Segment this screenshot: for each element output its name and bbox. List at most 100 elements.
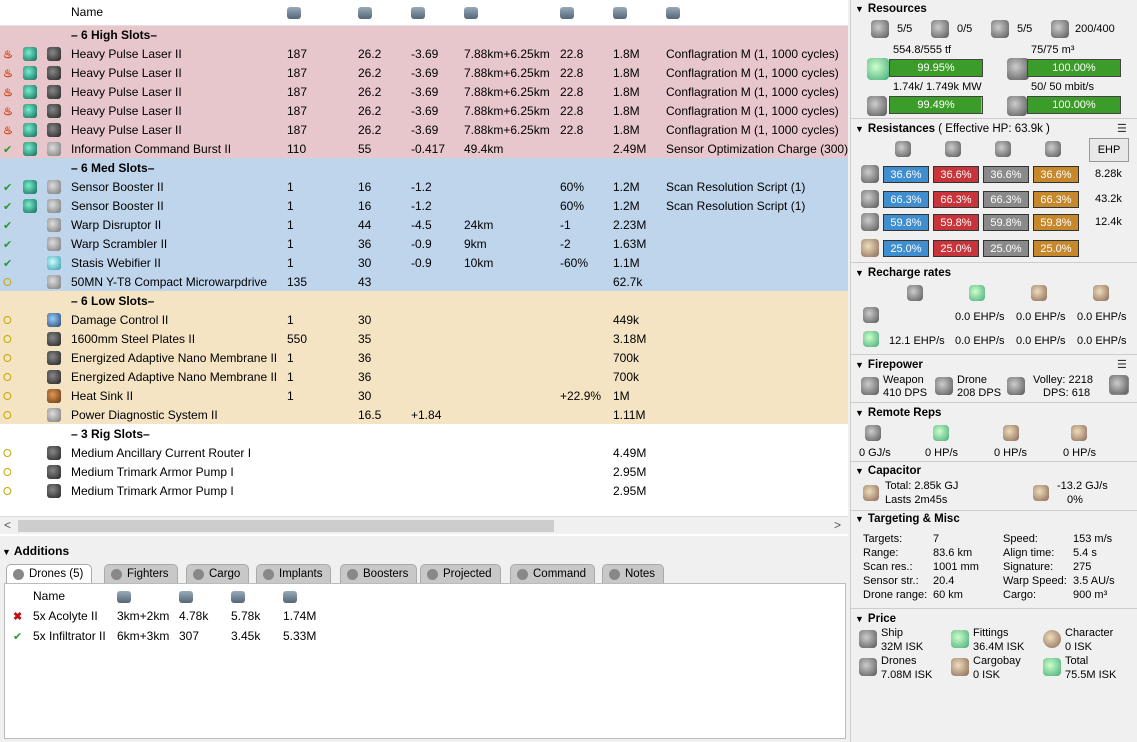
scroll-right-icon[interactable]: > bbox=[834, 518, 841, 532]
collapse-icon[interactable]: ▼ bbox=[2, 547, 11, 557]
module-row[interactable]: ⭘ Energized Adaptive Nano Membrane II 1 36 7… bbox=[0, 367, 848, 386]
drone-state-on-icon[interactable]: ✔ bbox=[13, 631, 22, 643]
scroll-thumb[interactable] bbox=[18, 520, 554, 532]
recharge-shield-active: 0.0 EHP/s bbox=[955, 311, 1005, 323]
tab-booster[interactable]: Boosters bbox=[340, 564, 418, 584]
collapse-icon[interactable]: ▼ bbox=[855, 4, 864, 14]
module-row[interactable]: ✔ Warp Disruptor II 1 44 -4.5 24km -1 2.23M bbox=[0, 215, 848, 234]
module-row[interactable]: ✔ Sensor Booster II 1 16 -1.2 60% 1.2M Scan Res… bbox=[0, 177, 848, 196]
module-row[interactable]: ✔ Information Command Burst II 110 55 -0.417… bbox=[0, 139, 848, 158]
price-ship-label: Ship bbox=[881, 627, 904, 639]
module-row[interactable]: ♨ Heavy Pulse Laser II 187 26.2 -3.69 7.88km+… bbox=[0, 63, 848, 82]
drone-v2: 3.45k bbox=[231, 629, 261, 643]
module-state-on-icon[interactable]: ✔ bbox=[3, 220, 12, 232]
module-state-off-icon[interactable]: ⭘ bbox=[3, 277, 12, 289]
recharge-header[interactable]: ▼ Recharge rates bbox=[855, 267, 951, 279]
drone-v2: 5.78k bbox=[231, 609, 261, 623]
module-c6: 1.11M bbox=[610, 405, 663, 424]
tab-projected[interactable]: Projected bbox=[420, 564, 501, 584]
collapse-icon[interactable]: ▼ bbox=[855, 466, 864, 476]
module-row[interactable]: ⭘ 1600mm Steel Plates II 550 35 3.18M bbox=[0, 329, 848, 348]
module-name: Energized Adaptive Nano Membrane II bbox=[68, 367, 284, 386]
module-row[interactable]: ♨ Heavy Pulse Laser II 187 26.2 -3.69 7.88km+… bbox=[0, 101, 848, 120]
collapse-icon[interactable]: ▼ bbox=[855, 408, 864, 418]
tab-notes[interactable]: Notes bbox=[602, 564, 665, 584]
module-row[interactable]: ⭘ Medium Ancillary Current Router I 4.49M bbox=[0, 443, 848, 462]
target-stat-value: 3.5 AU/s bbox=[1073, 575, 1115, 587]
collapse-icon[interactable]: ▼ bbox=[855, 124, 864, 134]
module-state-off-icon[interactable]: ⭘ bbox=[3, 353, 12, 365]
module-row[interactable]: ⭘ Power Diagnostic System II 16.5 +1.84 1.11… bbox=[0, 405, 848, 424]
collapse-icon[interactable]: ▼ bbox=[855, 514, 864, 524]
module-row[interactable]: ♨ Heavy Pulse Laser II 187 26.2 -3.69 7.88km+… bbox=[0, 44, 848, 63]
drone-col-name[interactable]: Name bbox=[29, 586, 113, 606]
price-fittings-label: Fittings bbox=[973, 627, 1009, 639]
module-state-on-icon[interactable]: ✔ bbox=[3, 144, 12, 156]
tab-fighter[interactable]: Fighters bbox=[104, 564, 178, 584]
remote-reps-header[interactable]: ▼ Remote Reps bbox=[855, 407, 941, 419]
target-profile-button[interactable] bbox=[1109, 375, 1129, 395]
collapse-icon[interactable]: ▼ bbox=[855, 360, 864, 370]
collapse-icon[interactable]: ▼ bbox=[855, 614, 864, 624]
module-state-off-icon[interactable]: ⭘ bbox=[3, 467, 12, 479]
capacitor-header[interactable]: ▼ Capacitor bbox=[855, 465, 921, 477]
module-state-over-icon[interactable]: ♨ bbox=[3, 106, 13, 118]
scroll-left-icon[interactable]: < bbox=[4, 518, 11, 532]
module-state-on-icon[interactable]: ✔ bbox=[3, 201, 12, 213]
tab-drone[interactable]: Drones (5) bbox=[6, 564, 93, 585]
tab-implant[interactable]: Implants bbox=[256, 564, 332, 584]
module-c6: 1.1M bbox=[610, 253, 663, 272]
powergrid-icon bbox=[287, 7, 301, 20]
drone-row[interactable]: ✔ 5x Infiltrator II 6km+3km 307 3.45k 5.33M bbox=[9, 626, 339, 646]
module-state-off-icon[interactable]: ⭘ bbox=[3, 448, 12, 460]
module-row[interactable]: ⭘ Energized Adaptive Nano Membrane II 1 36 7… bbox=[0, 348, 848, 367]
ehp-button[interactable]: EHP bbox=[1089, 138, 1129, 162]
menu-icon[interactable]: ☰ bbox=[1117, 358, 1127, 371]
section-low: – 6 Low Slots– bbox=[0, 291, 848, 310]
module-row[interactable]: ⭘ Medium Trimark Armor Pump I 2.95M bbox=[0, 481, 848, 500]
module-row[interactable]: ⭘ Damage Control II 1 30 449k bbox=[0, 310, 848, 329]
module-state-off-icon[interactable]: ⭘ bbox=[3, 486, 12, 498]
module-row[interactable]: ✔ Stasis Webifier II 1 30 -0.9 10km -60% 1.1M bbox=[0, 253, 848, 272]
module-state-off-icon[interactable]: ⭘ bbox=[3, 410, 12, 422]
module-state-on-icon[interactable]: ✔ bbox=[3, 239, 12, 251]
module-charge: Conflagration M (1, 1000 cycles) bbox=[663, 63, 848, 82]
armor-plate-icon bbox=[47, 331, 61, 346]
collapse-icon[interactable]: ▼ bbox=[855, 268, 864, 278]
module-state-over-icon[interactable]: ♨ bbox=[3, 49, 13, 61]
tab-command[interactable]: Command bbox=[510, 564, 596, 584]
module-state-off-icon[interactable]: ⭘ bbox=[3, 315, 12, 327]
drones-list[interactable]: Name ✖ 5x Acolyte II 3km+2km 4.78k 5.78k 1.74… bbox=[4, 583, 846, 739]
menu-icon[interactable]: ☰ bbox=[1117, 122, 1127, 135]
drone-row[interactable]: ✖ 5x Acolyte II 3km+2km 4.78k 5.78k 1.74M bbox=[9, 606, 339, 626]
module-row[interactable]: ✔ Sensor Booster II 1 16 -1.2 60% 1.2M Scan Res… bbox=[0, 196, 848, 215]
module-state-off-icon[interactable]: ⭘ bbox=[3, 391, 12, 403]
resources-header[interactable]: ▼ Resources bbox=[855, 3, 927, 15]
module-row[interactable]: ✔ Warp Scrambler II 1 36 -0.9 9km -2 1.63M bbox=[0, 234, 848, 253]
target-stat-value: 60 km bbox=[933, 589, 963, 601]
module-state-off-icon[interactable]: ⭘ bbox=[3, 372, 12, 384]
module-state-over-icon[interactable]: ♨ bbox=[3, 68, 13, 80]
resist-em: 25.0% bbox=[883, 240, 929, 257]
module-state-on-icon[interactable]: ✔ bbox=[3, 258, 12, 270]
price-header[interactable]: ▼ Price bbox=[855, 613, 896, 625]
drone-state-x-icon[interactable]: ✖ bbox=[13, 611, 22, 623]
module-row[interactable]: ♨ Heavy Pulse Laser II 187 26.2 -3.69 7.88km+… bbox=[0, 82, 848, 101]
cap-delta-icon bbox=[1033, 485, 1049, 501]
module-state-off-icon[interactable]: ⭘ bbox=[3, 334, 12, 346]
firepower-header[interactable]: ▼ Firepower bbox=[855, 359, 923, 371]
fitting-table[interactable]: Name – 6 High Slots– ♨ Heavy Pulse Laser I… bbox=[0, 0, 848, 536]
module-row[interactable]: ⭘ 50MN Y-T8 Compact Microwarpdrive 135 43 62… bbox=[0, 272, 848, 291]
module-state-over-icon[interactable]: ♨ bbox=[3, 87, 13, 99]
horizontal-scrollbar[interactable]: < > bbox=[0, 516, 848, 534]
tab-cargo[interactable]: Cargo bbox=[186, 564, 250, 584]
module-row[interactable]: ⭘ Medium Trimark Armor Pump I 2.95M bbox=[0, 462, 848, 481]
module-state-over-icon[interactable]: ♨ bbox=[3, 125, 13, 137]
module-c4: 7.88km+6.25km bbox=[461, 63, 557, 82]
targeting-header[interactable]: ▼ Targeting & Misc bbox=[855, 513, 960, 525]
column-name[interactable]: Name bbox=[68, 0, 284, 26]
module-row[interactable]: ♨ Heavy Pulse Laser II 187 26.2 -3.69 7.88km+… bbox=[0, 120, 848, 139]
module-state-on-icon[interactable]: ✔ bbox=[3, 182, 12, 194]
module-row[interactable]: ⭘ Heat Sink II 1 30 +22.9% 1M bbox=[0, 386, 848, 405]
resistances-header[interactable]: ▼ Resistances ( Effective HP: 63.9k ) bbox=[855, 123, 1050, 135]
